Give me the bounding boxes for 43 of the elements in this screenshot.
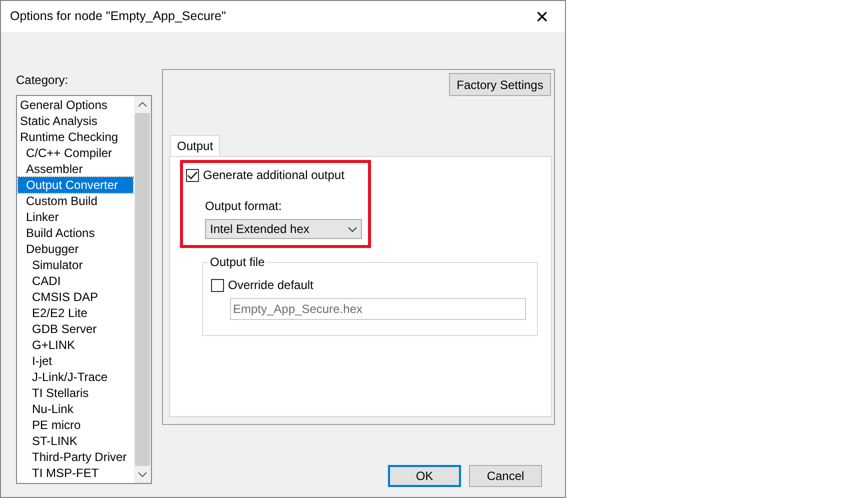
category-item[interactable]: Build Actions [18, 225, 133, 241]
category-item[interactable]: E2/E2 Lite [18, 305, 133, 321]
category-item[interactable]: I-jet [18, 353, 133, 369]
category-item[interactable]: Output Converter [18, 177, 133, 193]
category-item[interactable]: Simulator [18, 257, 133, 273]
category-item[interactable]: Third-Party Driver [18, 449, 133, 465]
checkbox-label: Generate additional output [203, 167, 344, 184]
window-title: Options for node "Empty_App_Secure" [10, 8, 226, 26]
output-format-label: Output format: [205, 198, 283, 215]
scroll-up-icon[interactable] [138, 102, 147, 107]
category-item[interactable]: Runtime Checking [18, 129, 133, 145]
checkbox[interactable] [211, 278, 224, 292]
category-item[interactable]: Assembler [18, 161, 133, 177]
category-label: Category: [16, 72, 70, 89]
category-item[interactable]: Nu-Link [18, 401, 133, 417]
scroll-down-icon[interactable] [138, 472, 147, 477]
close-button[interactable]: × [519, 2, 565, 32]
scrollbar[interactable] [134, 96, 151, 483]
category-item[interactable]: CMSIS DAP [18, 289, 133, 305]
category-item[interactable]: ST-LINK [18, 433, 133, 449]
tab[interactable]: Output [170, 135, 220, 156]
category-item[interactable]: GDB Server [18, 321, 133, 337]
category-item[interactable]: Linker [18, 209, 133, 225]
category-item[interactable]: G+LINK [18, 337, 133, 353]
ok-button[interactable]: OK [388, 465, 461, 487]
category-item[interactable]: Custom Build [18, 193, 133, 209]
category-item[interactable]: TI Stellaris [18, 385, 133, 401]
category-item[interactable]: PE micro [18, 417, 133, 433]
check-icon [187, 170, 198, 180]
category-item[interactable]: CADI [18, 273, 133, 289]
category-item[interactable]: Static Analysis [18, 113, 133, 129]
category-item[interactable]: J-Link/J-Trace [18, 369, 133, 385]
checkbox-label: Override default [228, 277, 314, 294]
category-item[interactable]: C/C++ Compiler [18, 145, 133, 161]
group-legend: Output file [208, 255, 267, 269]
caret-icon [348, 226, 357, 232]
cancel-button[interactable]: Cancel [469, 465, 542, 487]
category-item[interactable]: General Options [18, 97, 133, 113]
output-format-dropdown[interactable]: Intel Extended hex [205, 219, 362, 239]
category-item[interactable]: Debugger [18, 241, 133, 257]
factory-settings-button[interactable]: Factory Settings [449, 73, 551, 96]
checkbox[interactable] [186, 168, 199, 182]
category-item[interactable]: TI MSP-FET [18, 465, 133, 481]
